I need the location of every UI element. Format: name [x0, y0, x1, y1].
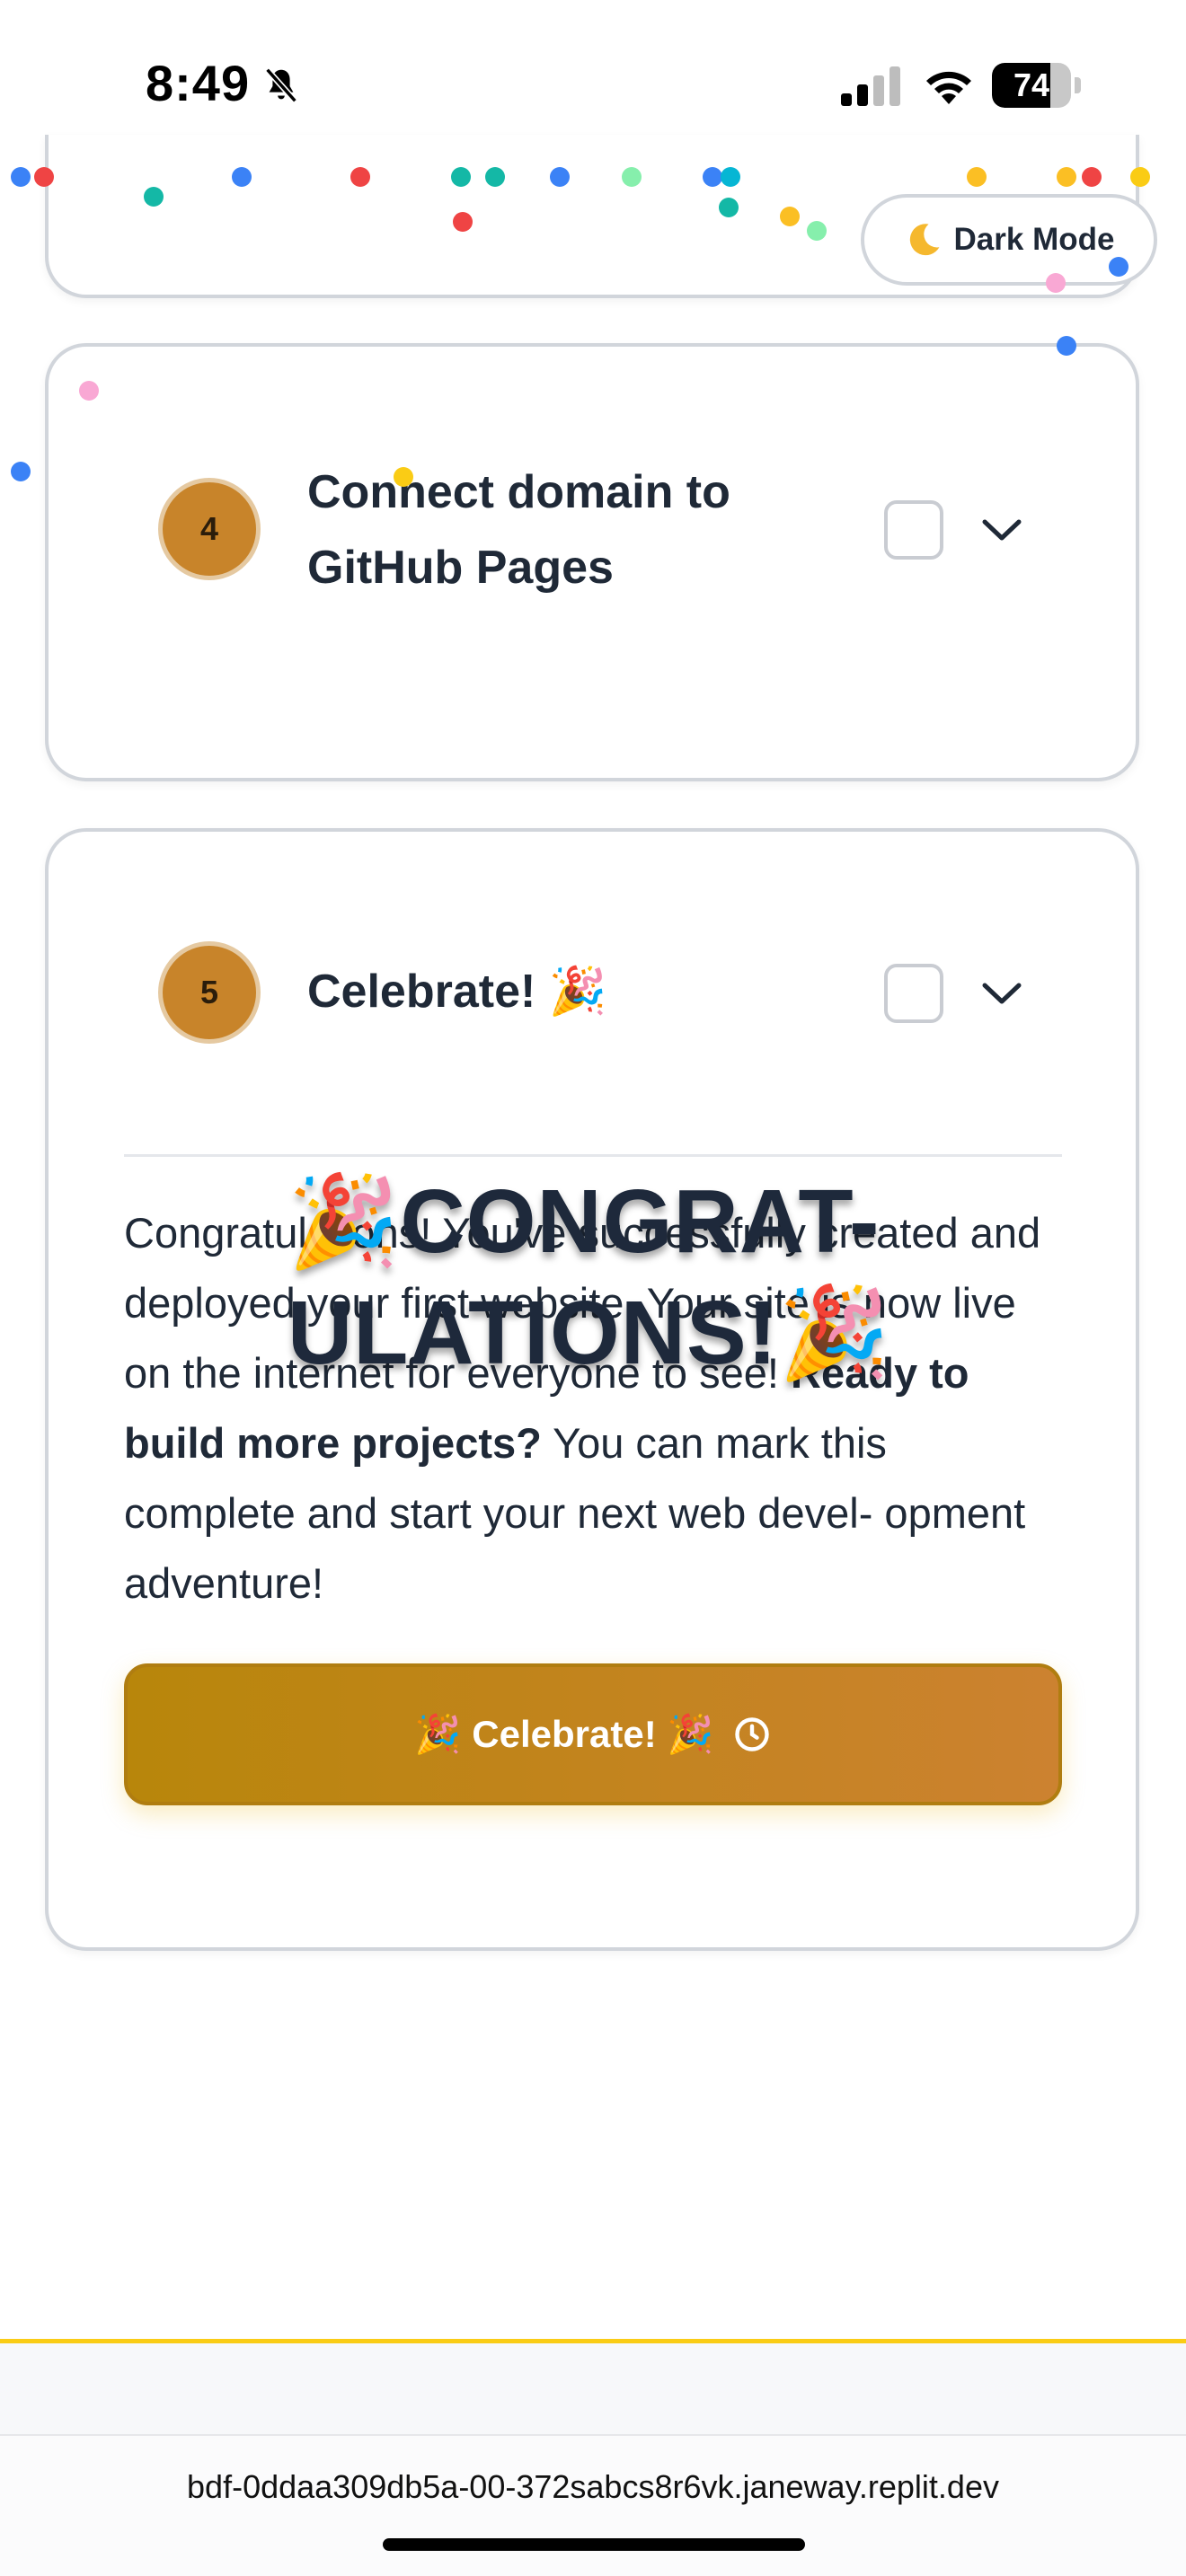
- bell-muted-icon: [265, 67, 297, 103]
- confetti-dot: [11, 462, 31, 481]
- confetti-dot: [703, 167, 722, 187]
- battery-icon: 74: [992, 63, 1082, 108]
- confetti-dot: [79, 381, 99, 401]
- cellular-signal-icon: [841, 66, 900, 106]
- confetti-dot: [1057, 167, 1076, 187]
- divider: [124, 1154, 1062, 1157]
- url-text[interactable]: bdf-0ddaa309db5a-00-372sabcs8r6vk.janewa…: [0, 2468, 1186, 2506]
- congratulations-overlay: 🎉CONGRAT- ULATIONS!🎉: [288, 1171, 891, 1383]
- home-indicator[interactable]: [383, 2538, 805, 2551]
- confetti-dot: [1082, 167, 1102, 187]
- confetti-dot: [144, 187, 164, 207]
- celebrate-button[interactable]: 🎉 Celebrate! 🎉: [124, 1663, 1062, 1805]
- confetti-dot: [451, 167, 471, 187]
- confetti-dot: [721, 167, 740, 187]
- confetti-dot: [394, 467, 413, 487]
- battery-percent: 74: [1013, 66, 1050, 103]
- confetti-dot: [34, 167, 54, 187]
- step-number-badge: 4: [158, 478, 261, 580]
- wifi-icon: [926, 71, 971, 104]
- address-bar[interactable]: [0, 2436, 1186, 2576]
- step-title[interactable]: Connect domain to GitHub Pages: [307, 454, 730, 605]
- chevron-down-icon[interactable]: [979, 516, 1024, 543]
- dark-mode-label: Dark Mode: [953, 222, 1115, 257]
- confetti-dot: [1109, 257, 1128, 277]
- step-title[interactable]: Celebrate! 🎉: [307, 954, 607, 1029]
- confetti-dot: [719, 198, 739, 217]
- chevron-down-icon[interactable]: [979, 980, 1024, 1007]
- confetti-dot: [622, 167, 642, 187]
- status-time: 8:49: [146, 55, 251, 111]
- celebrate-button-label: 🎉 Celebrate! 🎉: [414, 1712, 714, 1755]
- confetti-dot: [453, 212, 473, 232]
- confetti-dot: [1057, 336, 1076, 356]
- confetti-dot: [780, 207, 800, 226]
- confetti-dot: [350, 167, 370, 187]
- confetti-dot: [1130, 167, 1150, 187]
- confetti-dot: [1046, 273, 1066, 293]
- moon-icon: [909, 224, 939, 256]
- confetti-dot: [485, 167, 505, 187]
- step-complete-checkbox[interactable]: [884, 964, 943, 1023]
- confetti-dot: [11, 167, 31, 187]
- confetti-dot: [807, 221, 827, 241]
- clock-icon: [734, 1717, 769, 1751]
- confetti-dot: [232, 167, 252, 187]
- step-number-badge: 5: [158, 941, 261, 1044]
- confetti-dot: [967, 167, 987, 187]
- step-complete-checkbox[interactable]: [884, 500, 943, 560]
- confetti-dot: [550, 167, 570, 187]
